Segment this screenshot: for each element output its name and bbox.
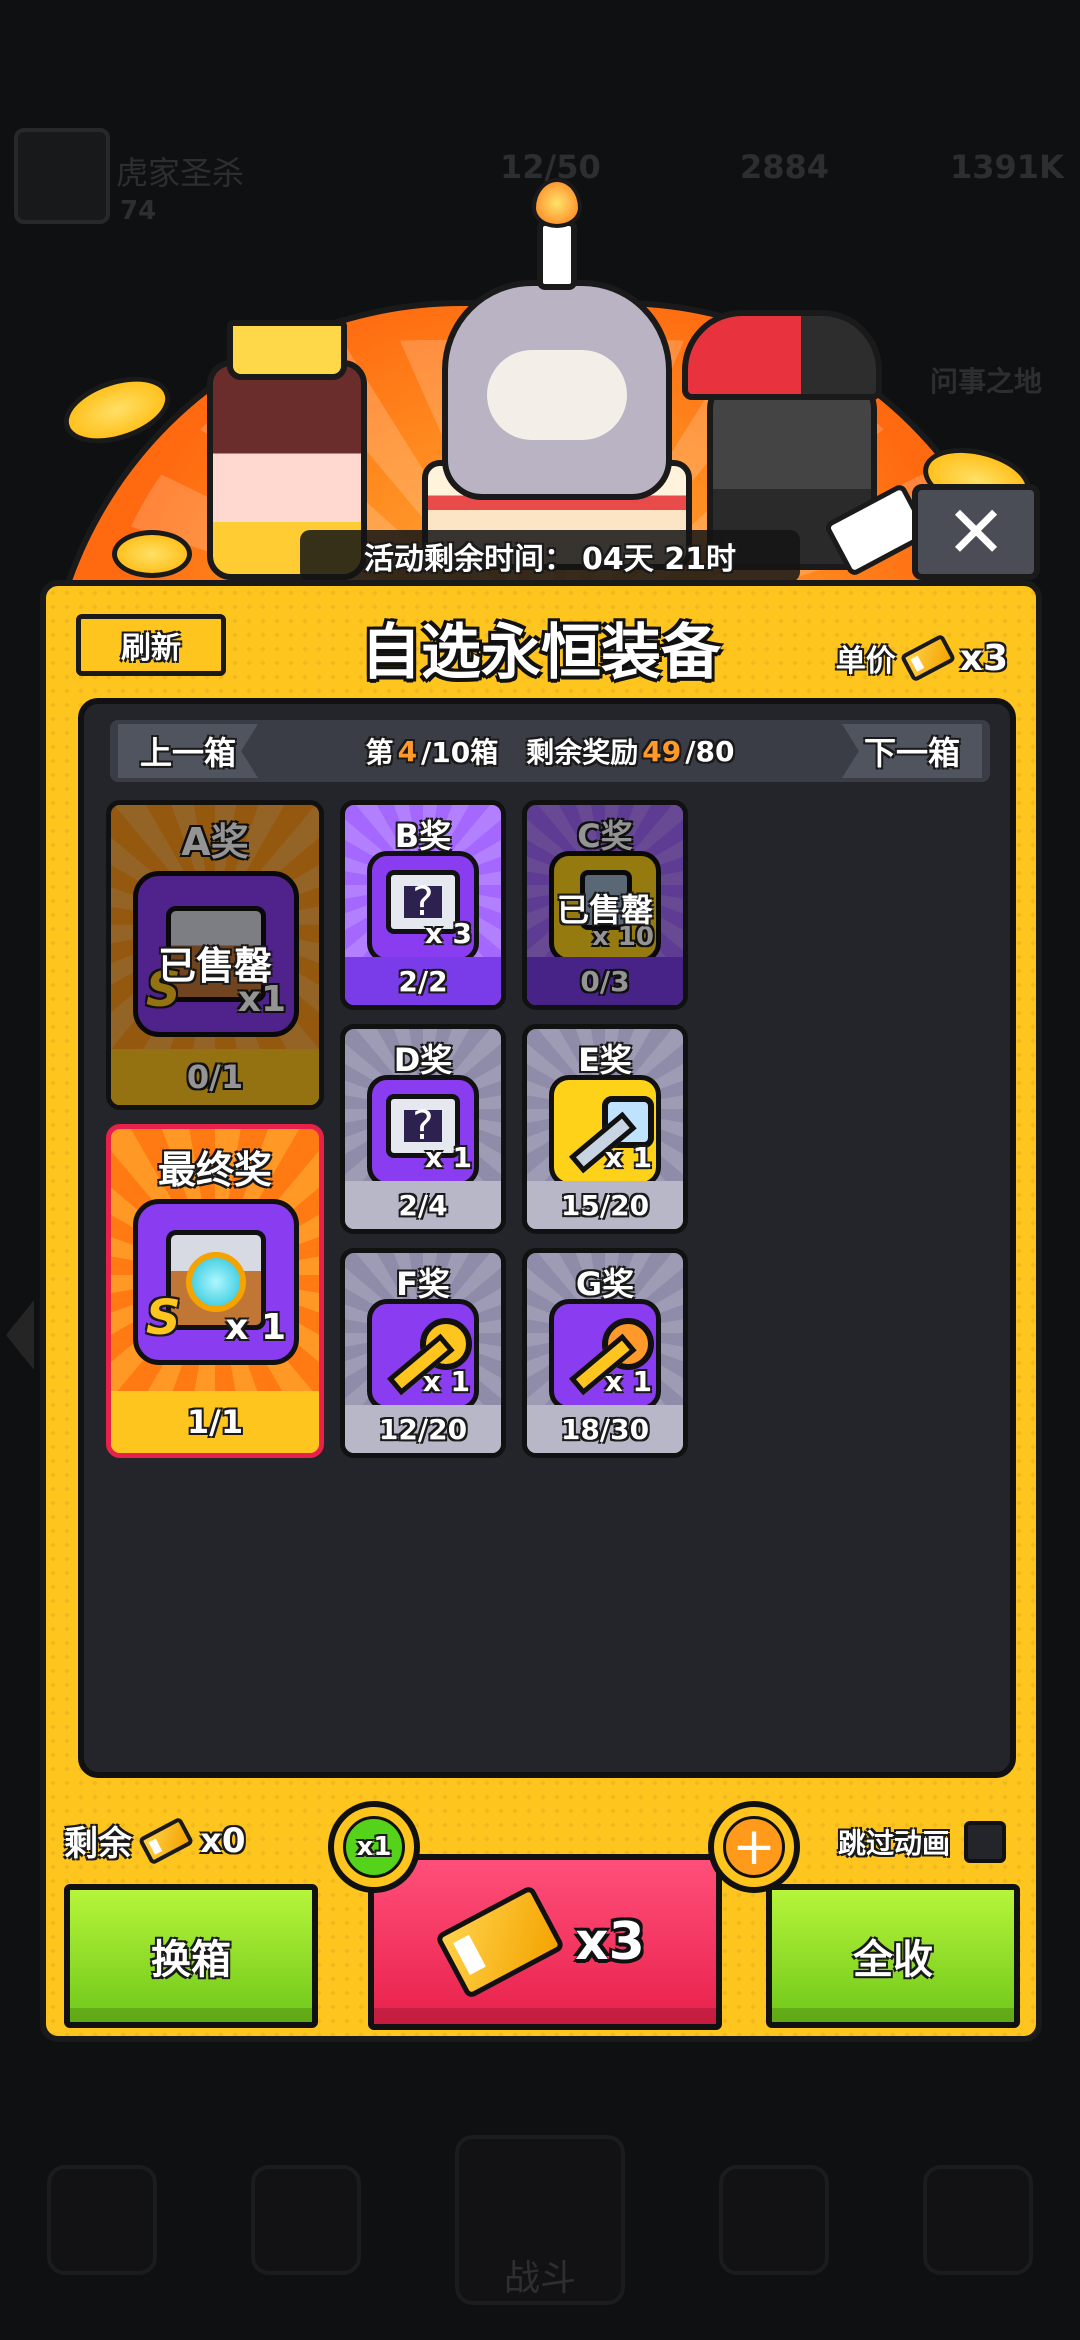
prize-progress: 2/2 [345,957,501,1005]
prize-qty: x 1 [424,1141,472,1174]
mystery-box-icon: ? x 1 [367,1075,479,1187]
prize-board: 上一箱 第 4/10箱 剩余奖励 49/80 下一箱 A奖 S x1 0/1 已售罄 [78,698,1016,1778]
ticket-icon [434,1884,566,2000]
crown-icon [227,320,347,380]
nav-slot-4 [719,2165,829,2275]
multiplier-toggle[interactable]: x1 [328,1801,420,1893]
prize-qty: x 3 [424,917,472,950]
candle-icon [537,220,577,290]
prize-card-final[interactable]: 最终奖 S x 1 1/1 [106,1124,324,1458]
unit-price: 单价 x3 [835,633,1008,683]
mystery-box-icon: ? x 3 [367,851,479,963]
box-prefix: 第 [365,736,394,769]
prize-qty: x 1 [422,1365,470,1398]
prize-qty: x 1 [604,1141,652,1174]
prize-progress: 15/20 [527,1181,683,1229]
draw-mult: x3 [575,1912,645,1972]
box-info: 第 4/10箱 剩余奖励 49/80 [270,720,830,782]
swap-box-label: 换箱 [151,1937,231,1983]
remaining-label: 剩余 [64,1824,132,1864]
reward-total: /80 [685,734,735,768]
prize-name: 最终奖 [157,1148,272,1192]
jester-hat-icon [682,310,882,400]
prize-card-g[interactable]: G奖 x 1 18/30 [522,1248,688,1458]
skip-animation-checkbox[interactable] [964,1821,1006,1863]
prize-card-b[interactable]: B奖 ? x 3 2/2 [340,800,506,1010]
prize-progress: 1/1 [111,1391,319,1453]
nav-slot-1 [47,2165,157,2275]
reward-current: 49 [642,734,682,768]
close-button[interactable]: ✕ [912,484,1040,580]
prize-progress: 18/30 [527,1405,683,1453]
prize-card-c[interactable]: C奖 x 10 0/3 已售罄 [522,800,688,1010]
skip-animation[interactable]: 跳过动画 [838,1821,1006,1863]
close-icon: ✕ [945,490,1007,574]
prize-card-e[interactable]: E奖 x 1 15/20 [522,1024,688,1234]
nav-slot-2 [251,2165,361,2275]
nav-slot-battle: 战斗 [455,2135,625,2305]
prize-qty: x 1 [604,1365,652,1398]
multiplier-badge: x1 [343,1816,405,1878]
bottom-nav: 战斗 [0,2100,1080,2340]
player-name: 虎家圣杀 [116,154,245,192]
final-chest-icon: S x 1 [133,1199,299,1365]
event-timer: 活动剩余时间： 04天 21时 [300,530,800,582]
unit-price-label: 单价 [835,644,896,679]
paw-key-icon: x 1 [549,1299,661,1411]
box-suffix: /10箱 [421,736,499,769]
gold-key-icon: x 1 [367,1299,479,1411]
prize-panel: 刷新 自选永恒装备 单价 x3 上一箱 第 4/10箱 剩余奖励 49/80 下一箱… [40,580,1042,2042]
box-current: 4 [397,734,418,768]
coin-icon [112,530,192,578]
skip-label: 跳过动画 [837,1827,950,1860]
prev-box-button[interactable]: 上一箱 [118,724,258,778]
unit-price-mult: x3 [959,637,1008,679]
ticket-icon [137,1815,195,1866]
timer-value: 04天 21时 [582,542,736,577]
sold-out-label: 已售罄 [157,944,272,988]
prize-card-d[interactable]: D奖 ? x 1 2/4 [340,1024,506,1234]
prize-progress: 12/20 [345,1405,501,1453]
gem-counter: 1391K [950,148,1064,186]
silver-key-icon: x 1 [549,1075,661,1187]
remaining-tickets: 剩余 x0 [64,1815,246,1866]
prize-card-a[interactable]: A奖 S x1 0/1 已售罄 [106,800,324,1110]
collect-all-button[interactable]: 全收 [766,1884,1020,2028]
next-box-button[interactable]: 下一箱 [842,724,982,778]
gold-counter: 2884 [740,148,830,186]
prize-card-f[interactable]: F奖 x 1 12/20 [340,1248,506,1458]
timer-label: 活动剩余时间： [364,542,575,577]
ticket-icon [899,633,956,683]
collect-all-label: 全收 [853,1937,933,1983]
box-navigator: 上一箱 第 4/10箱 剩余奖励 49/80 下一箱 [110,720,990,782]
draw-button[interactable]: x3 [368,1854,722,2030]
prize-progress: 2/4 [345,1181,501,1229]
battle-label: 战斗 [503,2258,576,2299]
plus-icon: + [723,1816,785,1878]
prize-qty: x 1 [225,1307,286,1348]
sold-out-label: 已售罄 [556,891,653,929]
remaining-value: x0 [200,1820,246,1861]
cat-face [487,350,627,440]
swap-box-button[interactable]: 换箱 [64,1884,318,2028]
nav-slot-5 [923,2165,1033,2275]
add-ticket-button[interactable]: + [708,1801,800,1893]
reward-label: 剩余奖励 [526,736,639,769]
